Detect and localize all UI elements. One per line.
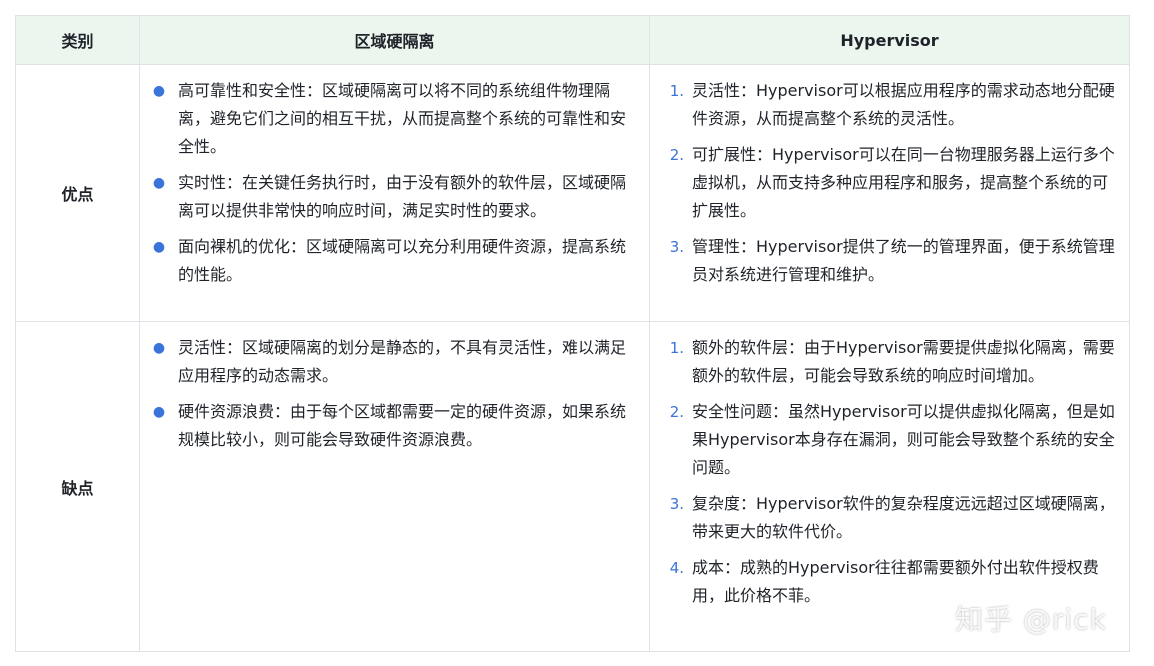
- pros-zone-isolation-cell: ● 高可靠性和安全性：区域硬隔离可以将不同的系统组件物理隔离，避免它们之间的相互干…: [139, 64, 650, 322]
- list-item-text: 高可靠性和安全性：区域硬隔离可以将不同的系统组件物理隔离，避免它们之间的相互干扰…: [178, 81, 627, 156]
- list-number: 2.: [669, 403, 684, 421]
- bullet-icon: ●: [152, 175, 166, 191]
- list-item-text: 实时性：在关键任务执行时，由于没有额外的软件层，区域硬隔离可以提供非常快的响应时…: [178, 173, 627, 220]
- row-pros: 优点 ● 高可靠性和安全性：区域硬隔离可以将不同的系统组件物理隔离，避免它们之间的…: [15, 64, 1130, 322]
- list-item: ● 灵活性：区域硬隔离的划分是静态的，不具有灵活性，难以满足应用程序的动态需求。: [152, 334, 637, 390]
- list-item: ● 实时性：在关键任务执行时，由于没有额外的软件层，区域硬隔离可以提供非常快的响应…: [152, 169, 637, 225]
- list-item: 1. 额外的软件层：由于Hypervisor需要提供虚拟化隔离，需要额外的软件层，…: [662, 334, 1117, 390]
- bullet-icon: ●: [152, 83, 166, 99]
- list-item: ● 面向裸机的优化：区域硬隔离可以充分利用硬件资源，提高系统的性能。: [152, 233, 637, 289]
- comparison-table: 类别 区域硬隔离 Hypervisor 优点 ● 高可靠性和安全性：区域硬隔离可以…: [15, 15, 1130, 652]
- list-item-text: 面向裸机的优化：区域硬隔离可以充分利用硬件资源，提高系统的性能。: [178, 237, 627, 284]
- list-item: ● 硬件资源浪费：由于每个区域都需要一定的硬件资源，如果系统规模比较小，则可能会导…: [152, 398, 637, 454]
- list-item-text: 额外的软件层：由于Hypervisor需要提供虚拟化隔离，需要额外的软件层，可能…: [692, 338, 1115, 385]
- row-category: 缺点: [15, 321, 140, 652]
- cons-zone-isolation-cell: ● 灵活性：区域硬隔离的划分是静态的，不具有灵活性，难以满足应用程序的动态需求。 …: [139, 321, 650, 652]
- list-item-text: 灵活性：Hypervisor可以根据应用程序的需求动态地分配硬件资源，从而提高整…: [692, 81, 1115, 128]
- pros-zone-isolation-list: ● 高可靠性和安全性：区域硬隔离可以将不同的系统组件物理隔离，避免它们之间的相互干…: [152, 77, 637, 289]
- list-item: 3. 复杂度：Hypervisor软件的复杂程度远远超过区域硬隔离，带来更大的软件…: [662, 490, 1117, 546]
- watermark: 知乎 @rick: [955, 603, 1107, 636]
- list-item: 2. 可扩展性：Hypervisor可以在同一台物理服务器上运行多个虚拟机，从而支…: [662, 141, 1117, 225]
- list-item-text: 管理性：Hypervisor提供了统一的管理界面，便于系统管理员对系统进行管理和…: [692, 237, 1115, 284]
- header-row: 类别 区域硬隔离 Hypervisor: [15, 15, 1130, 65]
- list-number: 1.: [669, 82, 684, 100]
- row-category: 优点: [15, 64, 140, 322]
- list-item: 2. 安全性问题：虽然Hypervisor可以提供虚拟化隔离，但是如果Hyperv…: [662, 398, 1117, 482]
- cons-zone-isolation-list: ● 灵活性：区域硬隔离的划分是静态的，不具有灵活性，难以满足应用程序的动态需求。 …: [152, 334, 637, 454]
- list-item-text: 安全性问题：虽然Hypervisor可以提供虚拟化隔离，但是如果Hypervis…: [692, 402, 1115, 477]
- list-item: ● 高可靠性和安全性：区域硬隔离可以将不同的系统组件物理隔离，避免它们之间的相互干…: [152, 77, 637, 161]
- list-number: 1.: [669, 339, 684, 357]
- list-item-text: 硬件资源浪费：由于每个区域都需要一定的硬件资源，如果系统规模比较小，则可能会导致…: [178, 402, 627, 449]
- bullet-icon: ●: [152, 404, 166, 420]
- list-item-text: 可扩展性：Hypervisor可以在同一台物理服务器上运行多个虚拟机，从而支持多…: [692, 145, 1115, 220]
- list-item-text: 复杂度：Hypervisor软件的复杂程度远远超过区域硬隔离，带来更大的软件代价…: [692, 494, 1115, 541]
- list-item: 3. 管理性：Hypervisor提供了统一的管理界面，便于系统管理员对系统进行管…: [662, 233, 1117, 289]
- list-number: 3.: [669, 238, 684, 256]
- header-zone-isolation: 区域硬隔离: [139, 15, 650, 65]
- pros-hypervisor-cell: 1. 灵活性：Hypervisor可以根据应用程序的需求动态地分配硬件资源，从而提…: [649, 64, 1130, 322]
- list-number: 4.: [669, 559, 684, 577]
- bullet-icon: ●: [152, 340, 166, 356]
- cons-hypervisor-list: 1. 额外的软件层：由于Hypervisor需要提供虚拟化隔离，需要额外的软件层，…: [662, 334, 1117, 610]
- list-number: 3.: [669, 495, 684, 513]
- header-hypervisor: Hypervisor: [649, 15, 1130, 65]
- list-item-text: 灵活性：区域硬隔离的划分是静态的，不具有灵活性，难以满足应用程序的动态需求。: [178, 338, 627, 385]
- list-number: 2.: [669, 146, 684, 164]
- header-category: 类别: [15, 15, 140, 65]
- pros-hypervisor-list: 1. 灵活性：Hypervisor可以根据应用程序的需求动态地分配硬件资源，从而提…: [662, 77, 1117, 289]
- list-item: 1. 灵活性：Hypervisor可以根据应用程序的需求动态地分配硬件资源，从而提…: [662, 77, 1117, 133]
- bullet-icon: ●: [152, 239, 166, 255]
